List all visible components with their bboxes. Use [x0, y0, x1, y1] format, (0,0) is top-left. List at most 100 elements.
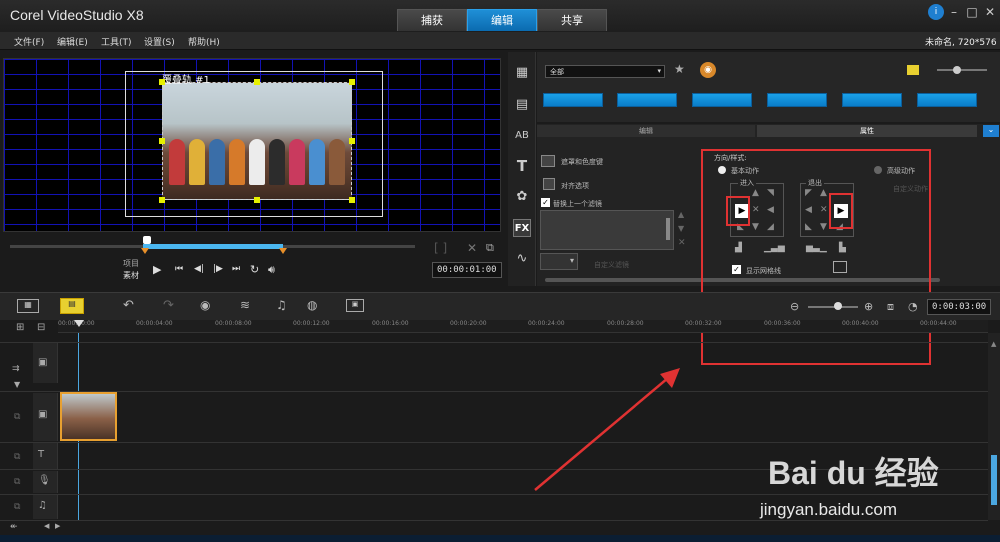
trim-end-marker[interactable] [279, 248, 287, 254]
zoom-slider[interactable] [808, 306, 858, 308]
resize-handle[interactable] [159, 197, 165, 203]
filter-fx-icon[interactable]: FX [513, 219, 531, 237]
overlay-clip[interactable] [60, 392, 117, 441]
prev-frame-icon[interactable]: ◀| [194, 264, 204, 274]
subtitle-editor-icon[interactable]: ▣ [346, 299, 364, 312]
minimize-icon[interactable]: – [946, 4, 962, 20]
lock-icon[interactable]: ⧉ [14, 502, 20, 512]
align-icon[interactable] [543, 178, 555, 190]
sound-mixer-icon[interactable]: ≋ [240, 298, 250, 312]
storyboard-view-icon[interactable]: ▦ [17, 299, 39, 313]
go-start-icon[interactable]: ⏮ [175, 264, 183, 274]
volume-icon[interactable]: 🔊︎ [268, 263, 275, 277]
slider-knob[interactable] [953, 66, 961, 74]
clip-mode-label[interactable]: 素材 [123, 270, 139, 281]
preview-window[interactable]: 覆叠轨 #1 [3, 58, 501, 232]
project-mode-label[interactable]: 项目 [123, 258, 139, 269]
zoom-slider-knob[interactable] [834, 302, 842, 310]
filter-preset-dropdown[interactable]: ▾ [540, 253, 578, 270]
lock-icon[interactable]: ⧉ [14, 452, 20, 462]
library-thumbnail[interactable] [617, 93, 677, 107]
menu-settings[interactable]: 设置(S) [144, 35, 175, 48]
title-icon[interactable]: T [513, 157, 531, 175]
graphic-icon[interactable]: ✿ [513, 188, 531, 206]
move-up-icon[interactable]: ▲ [678, 210, 684, 219]
mark-in-out-icon[interactable]: [ ] [434, 241, 447, 255]
lock-icon[interactable]: ⧉ [14, 477, 20, 487]
resize-handle[interactable] [349, 197, 355, 203]
library-thumbnail[interactable] [767, 93, 827, 107]
library-dropdown[interactable]: 全部 ▾ [545, 65, 665, 78]
zoom-in-icon[interactable]: ⊕ [864, 300, 873, 313]
track-manager-icon[interactable]: ⊞ [16, 322, 24, 333]
mask-icon[interactable] [541, 155, 555, 167]
scroll-right-icon[interactable]: ▶ [55, 522, 60, 530]
ripple-edit-icon[interactable]: ⇉ [12, 364, 20, 374]
redo-icon[interactable]: ↷ [163, 298, 174, 313]
transition-icon[interactable]: AB [513, 127, 531, 145]
scroll-up-icon[interactable]: ▲ [991, 340, 996, 348]
library-thumbnail[interactable] [692, 93, 752, 107]
enlarge-icon[interactable]: ⧉ [486, 241, 494, 255]
maximize-icon[interactable]: □ [964, 4, 980, 20]
menu-tools[interactable]: 工具(T) [101, 35, 132, 48]
timeline-nav-icon[interactable]: ↞ [10, 522, 18, 532]
library-thumbnail[interactable] [917, 93, 977, 107]
resize-handle[interactable] [254, 79, 260, 85]
expand-tracks-icon[interactable]: ▼ [14, 380, 20, 389]
split-icon[interactable]: ✕ [467, 241, 477, 255]
custom-filter-button[interactable]: 自定义滤镜 [594, 260, 629, 270]
scan-icon[interactable]: ◉ [700, 62, 716, 78]
media-icon[interactable]: ▦ [513, 64, 531, 82]
move-down-icon[interactable]: ▼ [678, 224, 684, 233]
menu-edit[interactable]: 编辑(E) [57, 35, 88, 48]
lock-icon[interactable]: ⧉ [14, 412, 20, 422]
next-frame-icon[interactable]: |▶ [213, 264, 223, 274]
tab-edit-options[interactable]: 编辑 [537, 125, 755, 137]
resize-handle[interactable] [349, 138, 355, 144]
instant-project-icon[interactable]: ▤ [513, 96, 531, 114]
record-capture-icon[interactable]: ◉ [200, 298, 210, 312]
timeline-playhead[interactable] [74, 320, 84, 327]
thumbnail-size-slider[interactable] [937, 69, 987, 71]
tab-edit[interactable]: 编辑 [467, 9, 537, 31]
resize-handle[interactable] [159, 79, 165, 85]
resize-handle[interactable] [254, 197, 260, 203]
tab-share[interactable]: 共享 [537, 9, 607, 31]
resize-handle[interactable] [349, 79, 355, 85]
tab-capture[interactable]: 捕获 [397, 9, 467, 31]
tab-attributes[interactable]: 属性 [757, 125, 977, 137]
scroll-thumb[interactable] [991, 455, 997, 505]
replace-filter-checkbox[interactable]: ✓ [541, 198, 550, 207]
resize-handle[interactable] [159, 138, 165, 144]
menu-file[interactable]: 文件(F) [14, 35, 44, 48]
trim-start-marker[interactable] [141, 248, 149, 254]
collapse-panel-icon[interactable]: ⌄ [983, 125, 999, 137]
filter-list-scrollbar[interactable] [666, 218, 670, 240]
info-icon[interactable]: i [928, 4, 944, 20]
timeline-ruler[interactable]: 00:00:00:00 00:00:04:00 00:00:08:00 00:0… [58, 320, 988, 333]
menu-help[interactable]: 帮助(H) [188, 35, 220, 48]
remove-filter-icon[interactable]: ✕ [678, 238, 686, 248]
filter-list[interactable] [540, 210, 674, 250]
zoom-out-icon[interactable]: ⊖ [790, 300, 799, 313]
scroll-left-icon[interactable]: ◀ [44, 522, 49, 530]
overlay-photo[interactable] [162, 82, 352, 200]
play-icon[interactable]: ▶ [153, 263, 161, 276]
trim-selection[interactable] [143, 244, 283, 249]
motion-tracking-icon[interactable]: ◍ [307, 298, 317, 312]
mask-chroma-key-option[interactable]: 遮罩和色度键 [561, 157, 603, 167]
align-options[interactable]: 对齐选项 [561, 181, 589, 191]
undo-icon[interactable]: ↶ [123, 298, 134, 313]
auto-music-icon[interactable]: ♫ [276, 298, 287, 312]
add-favorite-icon[interactable]: ★ [674, 62, 685, 76]
repeat-icon[interactable]: ↻ [250, 263, 259, 276]
close-icon[interactable]: ✕ [982, 4, 998, 20]
fit-project-icon[interactable]: ⧈ [887, 300, 894, 314]
playhead-handle[interactable] [143, 236, 151, 244]
library-thumbnail[interactable] [842, 93, 902, 107]
library-thumbnail[interactable] [543, 93, 603, 107]
timeline-view-icon[interactable]: ▤ [60, 298, 84, 314]
go-end-icon[interactable]: ⏭ [232, 264, 240, 274]
thumbnail-size-icon[interactable] [907, 65, 919, 75]
